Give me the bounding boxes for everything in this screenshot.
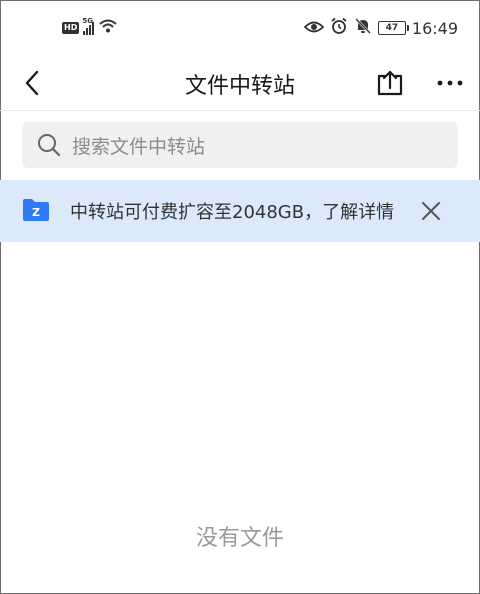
more-dots-icon — [437, 80, 463, 86]
status-bar: HD 5G 47 16:49 — [0, 0, 480, 56]
status-left: HD 5G — [62, 17, 118, 38]
alarm-icon — [330, 17, 348, 39]
upload-button[interactable] — [372, 66, 408, 100]
cellular-signal-icon: 5G — [82, 17, 95, 35]
search-icon — [26, 122, 72, 168]
clock: 16:49 — [411, 18, 458, 38]
wifi-icon — [98, 18, 118, 38]
folder-badge-letter: Z — [32, 206, 40, 219]
nav-bar: 文件中转站 — [0, 56, 480, 111]
banner-message[interactable]: 中转站可付费扩容至2048GB，了解详情 — [70, 198, 394, 224]
battery-icon: 47 — [377, 21, 409, 35]
folder-icon: Z — [22, 198, 50, 222]
upload-icon — [377, 70, 403, 96]
more-button[interactable] — [430, 66, 470, 100]
search-input[interactable]: 搜索文件中转站 — [22, 122, 458, 168]
mute-bell-icon — [354, 17, 372, 39]
eye-icon — [303, 19, 325, 38]
hd-badge: HD — [62, 22, 80, 34]
search-placeholder: 搜索文件中转站 — [72, 135, 206, 158]
network-type-label: 5G — [82, 17, 93, 25]
close-icon — [422, 202, 440, 220]
page-title: 文件中转站 — [184, 74, 295, 99]
empty-state-text: 没有文件 — [195, 526, 284, 551]
promo-banner[interactable]: Z 中转站可付费扩容至2048GB，了解详情 — [0, 180, 480, 242]
close-banner-button[interactable] — [416, 196, 446, 226]
status-right: 47 16:49 — [303, 17, 458, 39]
